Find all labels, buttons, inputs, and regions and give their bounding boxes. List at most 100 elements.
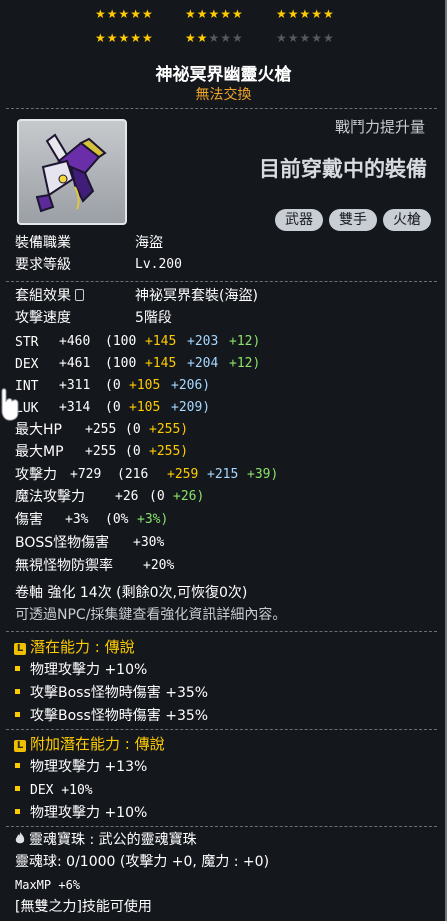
potential-text: 物理攻擊力 +10% (30, 662, 148, 678)
item-tags: 武器 雙手 火槍 (275, 209, 431, 231)
star-group: ★★★★★ (276, 31, 335, 45)
stat-base: (0 (125, 444, 141, 459)
star-filled: ★★ (185, 31, 209, 45)
stat-flame: +206) (171, 378, 211, 393)
potential-text: 攻擊Boss怪物時傷害 +35% (30, 708, 209, 724)
stat-flame: +204 (187, 356, 219, 371)
stat-flame: +209) (171, 400, 211, 415)
lock-icon (75, 289, 84, 301)
bonus-potential-header: L 附加潛在能力 : 傳說 (14, 735, 165, 753)
stat-total: +255 (85, 444, 117, 459)
bullet-icon (15, 809, 20, 814)
stat-label: 無視怪物防禦率 (15, 558, 113, 574)
level-row: 要求等級 Lv.200 (15, 256, 182, 274)
stat-total: +729 (70, 467, 102, 482)
stat-flame: +215 (207, 467, 239, 482)
potential-header: L 潛在能力 : 傳說 (14, 638, 135, 656)
star-force-row-2: ★★★★★ ★★★★★ ★★★★★ (0, 31, 447, 45)
flame-icon (15, 832, 25, 844)
bullet-icon (15, 763, 20, 768)
set-row: 套組效果 神祕冥界套裝(海盜) (15, 287, 258, 305)
stat-base: (216 (117, 467, 149, 482)
item-tooltip: ★★★★★ ★★★★★ ★★★★★ ★★★★★ ★★★★★ ★★★★★ 神祕冥界… (0, 0, 447, 921)
equipped-status: 目前穿戴中的裝備 (259, 157, 427, 181)
potential-line: 物理攻擊力 +10% (15, 661, 147, 679)
stat-total: +20% (143, 558, 175, 573)
star-empty: ★★★ (208, 31, 244, 45)
stat-total: +311 (59, 378, 91, 393)
stat-scroll: +259 (167, 467, 199, 482)
potential-badge-icon: L (14, 643, 26, 655)
stat-base: (100 (105, 356, 137, 371)
stat-enhance: +12) (229, 334, 261, 349)
stat-label: DEX (15, 357, 39, 372)
job-value: 海盜 (135, 235, 163, 251)
speed-label: 攻擊速度 (15, 310, 71, 326)
divider (6, 826, 437, 827)
stat-label: 傷害 (15, 512, 43, 528)
bullet-icon (15, 712, 20, 717)
stat-row-damage: 傷害 +3% (0% +3%) (15, 511, 168, 529)
level-label: 要求等級 (15, 257, 71, 273)
soul-skill: [無雙之力]技能可使用 (15, 899, 152, 915)
stat-enhance: +12) (229, 356, 261, 371)
bullet-icon (15, 689, 20, 694)
star-force-row-1: ★★★★★ ★★★★★ ★★★★★ (0, 7, 447, 21)
potential-line: 攻擊Boss怪物時傷害 +35% (15, 707, 208, 725)
stat-row-magic-attack: 魔法攻擊力 +26 (0 +26) (15, 488, 204, 506)
stat-base: (0 (149, 489, 165, 504)
stat-label: 最大MP (15, 444, 64, 460)
stat-scroll: +145 (145, 334, 177, 349)
potential-title: 潛在能力 : 傳說 (30, 638, 135, 656)
stat-total: +314 (59, 400, 91, 415)
bullet-icon (15, 786, 20, 791)
stat-flame: +203 (187, 334, 219, 349)
divider (6, 729, 437, 730)
bonus-potential-line: 物理攻擊力 +10% (15, 804, 147, 822)
soul-stat: MaxMP +6% (15, 878, 81, 892)
job-row: 裝備職業 海盜 (15, 234, 163, 252)
stat-total: +255 (85, 422, 117, 437)
ignore-defense-row: 無視怪物防禦率 +20% (15, 557, 174, 575)
divider (6, 108, 437, 109)
stat-enhance: +3%) (137, 512, 169, 527)
stat-total: +461 (59, 356, 91, 371)
stat-row-str: STR +460 (100 +145 +203 +12) (15, 333, 260, 352)
bonus-potential-line: DEX +10% (15, 781, 93, 800)
set-label: 套組效果 (15, 288, 71, 304)
star-group: ★★★★★ (276, 7, 335, 21)
stat-total: +26 (115, 489, 139, 504)
enhance-count: 卷軸 強化 14次 (剩餘0次,可恢復0次) (15, 585, 248, 601)
item-name: 神祕冥界幽靈火槍 (155, 65, 292, 85)
stat-scroll: +145 (145, 356, 177, 371)
stat-row-mp: 最大MP +255 (0 +255) (15, 443, 188, 461)
stat-base: (0% (105, 512, 129, 527)
stat-label: 最大HP (15, 422, 62, 438)
trade-status: 無法交換 (195, 87, 252, 103)
potential-badge-icon: L (14, 740, 26, 752)
divider (6, 631, 437, 632)
soul-count: 靈魂球: 0/1000 (攻擊力 +0, 魔力 : +0) (15, 854, 270, 870)
enhance-hint: 可透過NPC/採集鍵查看強化資訊詳細內容。 (15, 607, 287, 623)
stat-total: +3% (65, 512, 89, 527)
soul-name: 靈魂寶珠 : 武公的靈魂寶珠 (29, 832, 197, 848)
stat-scroll: +255) (149, 422, 189, 437)
bonus-potential-title: 附加潛在能力 : 傳說 (30, 735, 165, 753)
stat-label: 攻擊力 (15, 467, 57, 483)
stat-enhance: +26) (173, 489, 205, 504)
stat-base: (0 (125, 422, 141, 437)
potential-line: 攻擊Boss怪物時傷害 +35% (15, 684, 208, 702)
star-group: ★★★★★ (185, 31, 244, 45)
stat-scroll: +105 (129, 378, 161, 393)
stat-base: (0 (105, 378, 121, 393)
gun-item-icon (35, 133, 107, 213)
tag-weapon: 武器 (275, 209, 323, 231)
stat-label: STR (15, 335, 39, 350)
glove-cursor-icon (1, 388, 19, 421)
divider (6, 281, 437, 282)
star-group: ★★★★★ (95, 31, 154, 45)
stat-label: BOSS怪物傷害 (15, 535, 110, 551)
bonus-potential-text: 物理攻擊力 +13% (30, 759, 148, 775)
tag-gun: 火槍 (383, 209, 431, 231)
stat-total: +460 (59, 334, 91, 349)
